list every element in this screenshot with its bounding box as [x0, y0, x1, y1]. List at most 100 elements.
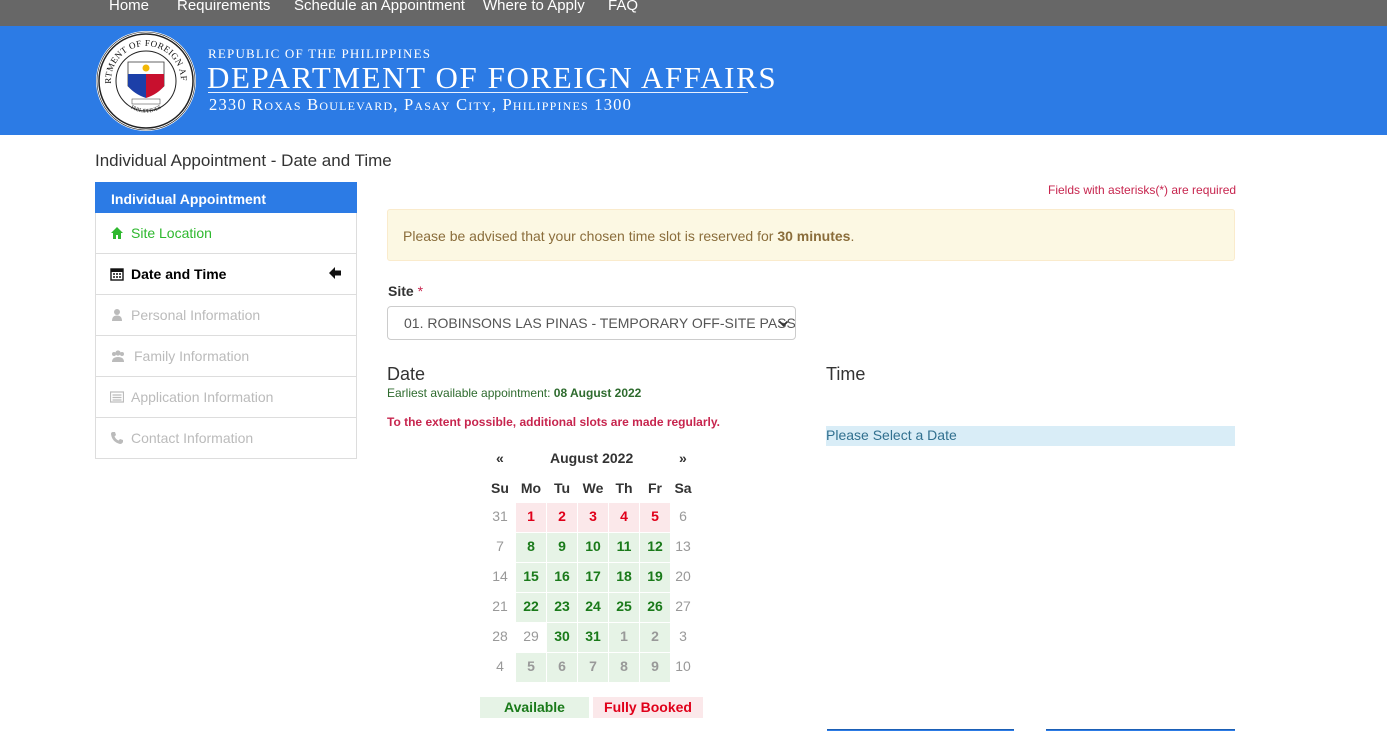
calendar-day[interactable]: 12	[640, 533, 670, 562]
calendar-day[interactable]: 11	[609, 533, 639, 562]
nav-requirements-link[interactable]: Requirements	[177, 0, 270, 14]
nav-schedule-link[interactable]: Schedule an Appointment	[294, 0, 465, 14]
list-icon	[110, 391, 124, 403]
calendar-day[interactable]: 19	[640, 563, 670, 592]
calendar-day: 3	[679, 628, 687, 644]
arrow-left-icon	[329, 267, 341, 279]
calendar-day[interactable]: 30	[547, 623, 577, 652]
sidebar-item-family-information: Family Information	[95, 336, 357, 377]
calendar-day[interactable]: 22	[516, 593, 546, 622]
weekday-header: Sa	[674, 480, 692, 496]
legend-fully-booked: Fully Booked	[593, 697, 703, 718]
chevron-down-icon	[778, 320, 789, 327]
calendar-month-title[interactable]: August 2022	[550, 450, 633, 466]
calendar-day: 31	[492, 508, 508, 524]
dfa-seal-logo: DEPARTMENT OF FOREIGN AFFAIRS PHILIPPINE…	[95, 30, 196, 131]
site-label: Site *	[388, 283, 423, 299]
calendar-day[interactable]: 9	[547, 533, 577, 562]
calendar-day[interactable]: 25	[609, 593, 639, 622]
calendar-day: 7	[496, 538, 504, 554]
calendar-next-month-button[interactable]: »	[679, 450, 687, 466]
time-slot-alert: Please be advised that your chosen time …	[387, 209, 1235, 261]
sidebar-item-label: Family Information	[134, 348, 250, 364]
calendar-day: 29	[523, 628, 539, 644]
calendar-day: 27	[675, 598, 691, 614]
calendar-day[interactable]: 8	[516, 533, 546, 562]
nav-home-link[interactable]: Home	[109, 0, 149, 14]
sidebar-item-label: Contact Information	[131, 430, 254, 446]
alert-suffix: .	[850, 228, 855, 244]
calendar-day: 28	[492, 628, 508, 644]
alert-duration: 30 minutes	[777, 228, 851, 244]
calendar-day: 13	[675, 538, 691, 554]
calendar-day: 2	[547, 503, 577, 532]
weekday-header: Th	[615, 480, 633, 496]
calendar-day[interactable]: 10	[578, 533, 608, 562]
calendar-day: 5	[516, 653, 546, 682]
weekday-header: We	[582, 480, 604, 496]
calendar-day: 8	[609, 653, 639, 682]
calendar-day: 6	[547, 653, 577, 682]
department-title: DEPARTMENT OF FOREIGN AFFAIRS	[207, 60, 778, 95]
calendar-day: 10	[675, 658, 691, 674]
weekday-header: Fr	[648, 480, 662, 496]
sidebar-item-label: Site Location	[131, 225, 212, 241]
sidebar-item-date-and-time[interactable]: Date and Time	[95, 254, 357, 295]
sidebar-item-site-location[interactable]: Site Location	[95, 213, 357, 254]
step-sidebar: Individual Appointment Site Location Dat…	[95, 182, 357, 459]
calendar-icon	[110, 268, 124, 281]
site-label-text: Site	[388, 283, 414, 299]
sidebar-heading: Individual Appointment	[95, 182, 357, 213]
earliest-appointment: Earliest available appointment: 08 Augus…	[387, 386, 641, 400]
department-address: 2330 Roxas Boulevard, Pasay City, Philip…	[209, 95, 633, 114]
time-heading: Time	[826, 364, 866, 384]
calendar-day[interactable]: 16	[547, 563, 577, 592]
sidebar-item-label: Personal Information	[131, 307, 261, 323]
calendar-day: 7	[578, 653, 608, 682]
calendar-day: 14	[492, 568, 508, 584]
page-title: Individual Appointment - Date and Time	[95, 151, 392, 170]
calendar-day[interactable]: 15	[516, 563, 546, 592]
user-icon	[112, 309, 122, 321]
calendar-day[interactable]: 24	[578, 593, 608, 622]
required-asterisk: *	[417, 283, 424, 299]
site-select[interactable]: 01. ROBINSONS LAS PINAS - TEMPORARY OFF-…	[387, 306, 796, 340]
weekday-header: Mo	[520, 480, 542, 496]
calendar-day[interactable]: 18	[609, 563, 639, 592]
weekday-header: Tu	[553, 480, 571, 496]
calendar-day: 20	[675, 568, 691, 584]
earliest-label: Earliest available appointment:	[387, 386, 554, 400]
top-nav: Home Requirements Schedule an Appointmen…	[0, 0, 1387, 26]
time-slot-placeholder: Please Select a Date	[826, 426, 1235, 446]
calendar-day: 1	[609, 623, 639, 652]
calendar-day: 4	[609, 503, 639, 532]
calendar-prev-month-button[interactable]: «	[496, 450, 504, 466]
calendar-day: 21	[492, 598, 508, 614]
calendar-day: 4	[496, 658, 504, 674]
weekday-header: Su	[491, 480, 509, 496]
additional-slots-note: To the extent possible, additional slots…	[387, 415, 720, 429]
legend-available: Available	[480, 697, 589, 718]
calendar-day: 1	[516, 503, 546, 532]
calendar-day: 6	[679, 508, 687, 524]
header-divider	[208, 92, 748, 93]
users-icon	[112, 350, 124, 362]
phone-icon	[111, 432, 123, 444]
date-heading: Date	[387, 364, 426, 384]
header-banner: DEPARTMENT OF FOREIGN AFFAIRS PHILIPPINE…	[0, 26, 1387, 135]
calendar-day: 9	[640, 653, 670, 682]
sidebar-item-label: Date and Time	[131, 266, 227, 282]
alert-text: Please be advised that your chosen time …	[403, 228, 778, 244]
calendar-day[interactable]: 23	[547, 593, 577, 622]
calendar-day: 2	[640, 623, 670, 652]
calendar-day[interactable]: 26	[640, 593, 670, 622]
required-fields-note: Fields with asterisks(*) are required	[1048, 183, 1237, 197]
earliest-date: 08 August 2022	[553, 386, 642, 400]
sidebar-item-label: Application Information	[131, 389, 274, 405]
nav-faq-link[interactable]: FAQ	[608, 0, 638, 14]
calendar-day[interactable]: 31	[578, 623, 608, 652]
calendar-day: 5	[640, 503, 670, 532]
calendar-day[interactable]: 17	[578, 563, 608, 592]
nav-where-to-apply-link[interactable]: Where to Apply	[483, 0, 585, 14]
sidebar-item-personal-information: Personal Information	[95, 295, 357, 336]
